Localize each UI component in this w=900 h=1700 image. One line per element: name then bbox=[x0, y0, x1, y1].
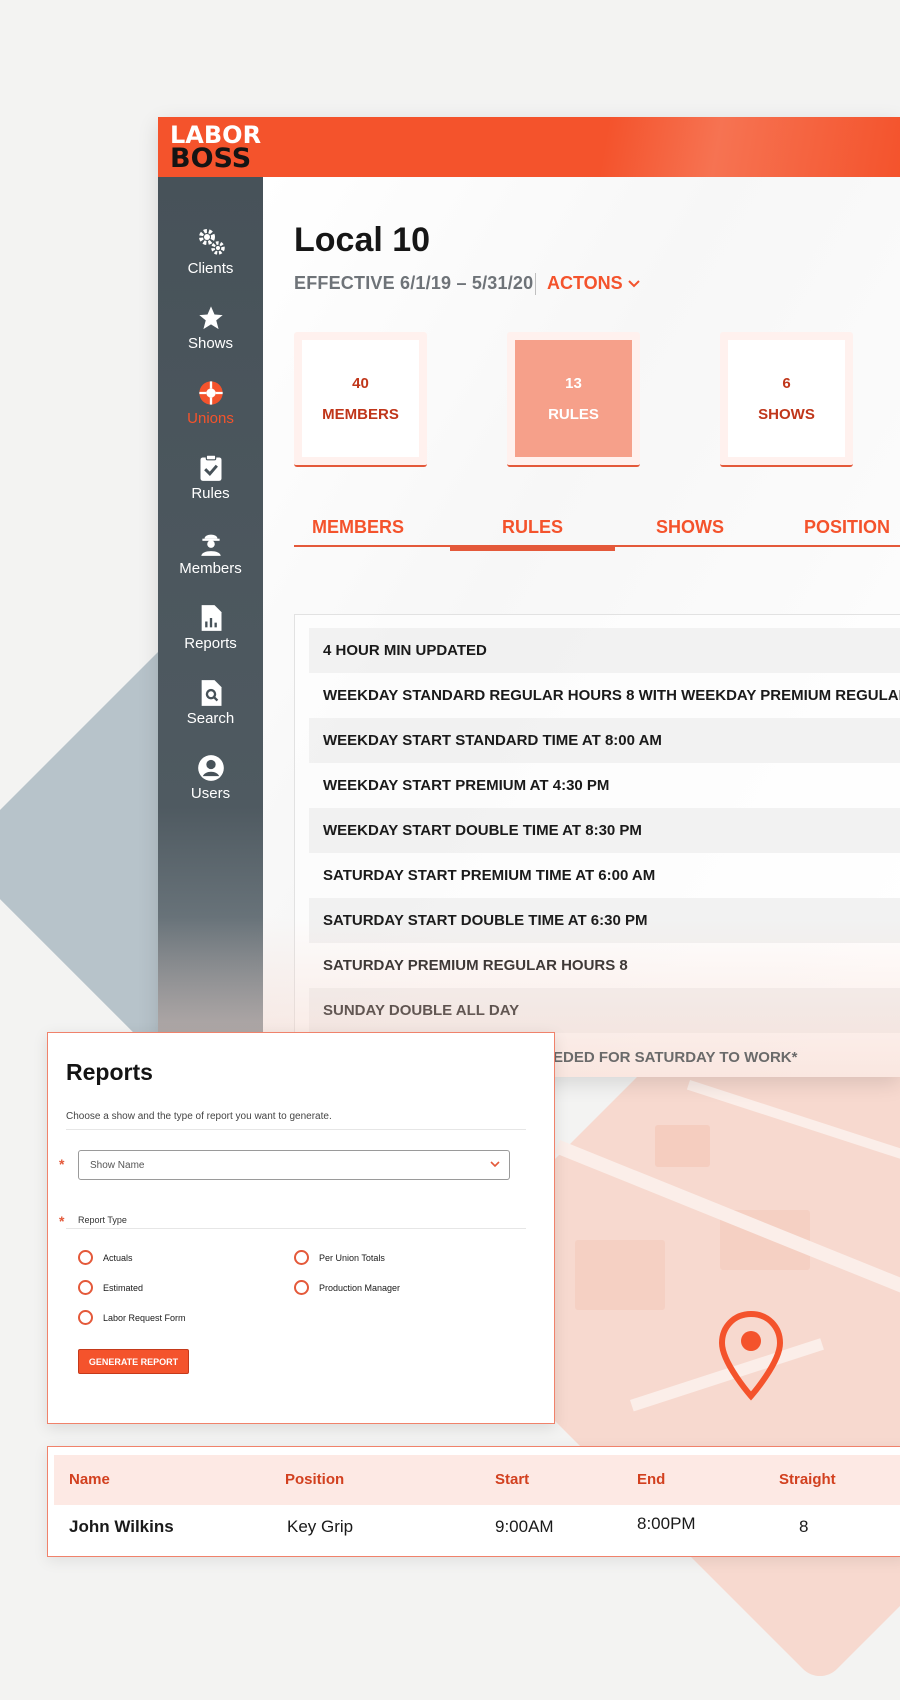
radio-circle[interactable] bbox=[78, 1250, 93, 1265]
radio-per-union-totals[interactable]: Per Union Totals bbox=[294, 1250, 385, 1265]
map-block bbox=[655, 1125, 710, 1167]
header-divider bbox=[535, 273, 536, 295]
stat-card-rules[interactable]: 13 RULES bbox=[507, 332, 640, 467]
list-item[interactable]: SATURDAY START DOUBLE TIME AT 6:30 PM bbox=[309, 898, 900, 943]
stat-card-members[interactable]: 40 MEMBERS bbox=[294, 332, 427, 467]
divider bbox=[66, 1129, 526, 1130]
sidebar-item-members[interactable]: Members bbox=[158, 523, 263, 593]
actions-label: ACTONS bbox=[547, 273, 623, 293]
map-block bbox=[575, 1240, 665, 1310]
radio-labor-request-form[interactable]: Labor Request Form bbox=[78, 1310, 186, 1325]
labor-table: Name Position Start End Straight John Wi… bbox=[47, 1446, 900, 1557]
stat-value: 13 bbox=[565, 374, 582, 392]
required-marker: * bbox=[59, 1156, 65, 1172]
clipboard-check-icon bbox=[200, 454, 221, 481]
chevron-down-icon bbox=[490, 1161, 500, 1168]
radio-circle[interactable] bbox=[294, 1250, 309, 1265]
generate-report-button[interactable]: GENERATE REPORT bbox=[78, 1349, 189, 1374]
gears-icon bbox=[198, 229, 225, 255]
union-icon bbox=[198, 381, 223, 405]
tab-shows[interactable]: SHOWS bbox=[630, 517, 750, 547]
report-type-label: Report Type bbox=[78, 1215, 127, 1225]
tab-rules[interactable]: RULES bbox=[450, 517, 615, 551]
stat-label: SHOWS bbox=[758, 405, 815, 423]
list-item[interactable]: WEEKDAY START STANDARD TIME AT 8:00 AM bbox=[309, 718, 900, 763]
column-header[interactable]: Name bbox=[69, 1471, 110, 1488]
radio-circle[interactable] bbox=[78, 1280, 93, 1295]
worker-icon bbox=[200, 534, 221, 556]
list-item[interactable]: 4 HOUR MIN UPDATED bbox=[309, 628, 900, 673]
sidebar-item-rules[interactable]: Rules bbox=[158, 448, 263, 518]
stat-label: MEMBERS bbox=[322, 405, 399, 423]
list-item[interactable]: WEEKDAY START DOUBLE TIME AT 8:30 PM bbox=[309, 808, 900, 853]
show-name-placeholder: Show Name bbox=[90, 1159, 145, 1171]
radio-actuals[interactable]: Actuals bbox=[78, 1250, 133, 1265]
rules-list: 4 HOUR MIN UPDATED WEEKDAY STANDARD REGU… bbox=[294, 614, 900, 1077]
main-content: Local 10 EFFECTIVE 6/1/19 – 5/31/20 ACTO… bbox=[263, 177, 900, 1077]
cell-end: 8:00PM bbox=[637, 1514, 696, 1533]
chevron-down-icon bbox=[627, 279, 640, 287]
radio-production-manager[interactable]: Production Manager bbox=[294, 1280, 400, 1295]
tab-position[interactable]: POSITION bbox=[804, 517, 900, 547]
sidebar-item-clients[interactable]: Clients bbox=[158, 223, 263, 293]
stat-value: 6 bbox=[782, 374, 791, 392]
list-item[interactable]: SATURDAY PREMIUM REGULAR HOURS 8 bbox=[309, 943, 900, 988]
sidebar-item-shows[interactable]: Shows bbox=[158, 298, 263, 368]
reports-subtitle: Choose a show and the type of report you… bbox=[66, 1111, 332, 1122]
map-pin-icon bbox=[718, 1310, 784, 1401]
sidebar-item-search[interactable]: Search bbox=[158, 673, 263, 743]
effective-dates: EFFECTIVE 6/1/19 – 5/31/20 bbox=[294, 273, 534, 293]
list-item-partial: EDED FOR SATURDAY TO WORK* bbox=[553, 1049, 798, 1066]
cell-name: John Wilkins bbox=[69, 1517, 174, 1536]
required-marker: * bbox=[59, 1213, 65, 1229]
table-header bbox=[54, 1455, 900, 1505]
cell-straight: 8 bbox=[799, 1517, 809, 1536]
list-item[interactable]: WEEKDAY STANDARD REGULAR HOURS 8 WITH WE… bbox=[309, 673, 900, 718]
star-icon bbox=[198, 306, 223, 330]
sidebar-item-users[interactable]: Users bbox=[158, 748, 263, 818]
reports-card: Reports Choose a show and the type of re… bbox=[47, 1032, 555, 1424]
stat-card-shows[interactable]: 6 SHOWS bbox=[720, 332, 853, 467]
reports-title: Reports bbox=[66, 1059, 153, 1085]
actions-dropdown[interactable]: ACTONS bbox=[547, 273, 641, 294]
radio-estimated[interactable]: Estimated bbox=[78, 1280, 143, 1295]
list-item[interactable]: SATURDAY START PREMIUM TIME AT 6:00 AM bbox=[309, 853, 900, 898]
sidebar: Clients Shows Unions Rules Members Repor… bbox=[158, 177, 263, 1077]
tab-members[interactable]: MEMBERS bbox=[294, 517, 422, 547]
column-header[interactable]: End bbox=[637, 1471, 665, 1488]
labor-boss-logo[interactable]: LABOR BOSS bbox=[170, 123, 261, 173]
column-header[interactable]: Position bbox=[285, 1471, 344, 1488]
app-window: LABOR BOSS Clients Shows Unions Rules Me… bbox=[158, 117, 900, 1077]
search-file-icon bbox=[201, 680, 221, 706]
sidebar-item-reports[interactable]: Reports bbox=[158, 598, 263, 668]
column-header[interactable]: Straight bbox=[779, 1471, 836, 1488]
divider bbox=[66, 1228, 526, 1229]
list-item[interactable]: SUNDAY DOUBLE ALL DAY bbox=[309, 988, 900, 1033]
radio-circle[interactable] bbox=[294, 1280, 309, 1295]
top-bar: LABOR BOSS bbox=[158, 117, 900, 177]
stat-value: 40 bbox=[352, 374, 369, 392]
report-file-icon bbox=[201, 605, 221, 631]
cell-start: 9:00AM bbox=[495, 1517, 554, 1536]
sidebar-item-unions[interactable]: Unions bbox=[158, 373, 263, 443]
column-header[interactable]: Start bbox=[495, 1471, 529, 1488]
stat-label: RULES bbox=[548, 405, 599, 423]
cell-position: Key Grip bbox=[287, 1517, 354, 1536]
page-title: Local 10 bbox=[294, 221, 431, 259]
show-name-select[interactable]: Show Name bbox=[78, 1150, 510, 1180]
radio-circle[interactable] bbox=[78, 1310, 93, 1325]
user-circle-icon bbox=[197, 755, 224, 781]
tab-bar: MEMBERS RULES SHOWS POSITION bbox=[294, 517, 900, 551]
list-item[interactable]: WEEKDAY START PREMIUM AT 4:30 PM bbox=[309, 763, 900, 808]
